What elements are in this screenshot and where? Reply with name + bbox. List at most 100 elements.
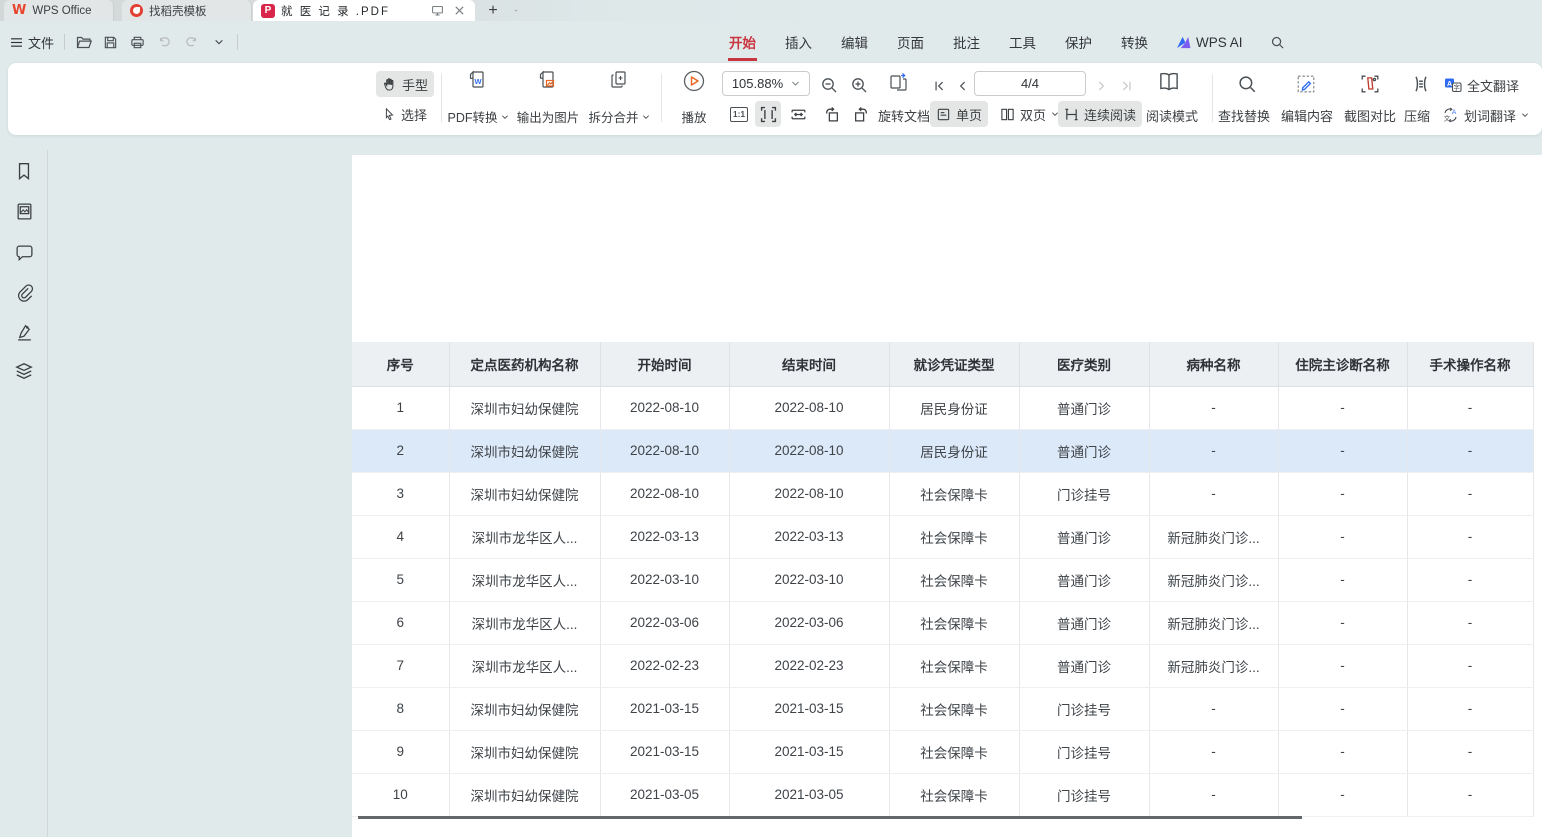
zoom-in-icon (850, 76, 868, 94)
table-row[interactable]: 2深圳市妇幼保健院2022-08-102022-08-10居民身份证普通门诊--… (352, 429, 1533, 472)
menu-wps-ai[interactable]: WPS AI (1176, 35, 1243, 50)
rotate-left-button[interactable] (818, 101, 844, 127)
thumbnail-panel-button[interactable] (12, 199, 36, 223)
continuous-read-button[interactable]: 连续阅读 (1058, 101, 1142, 127)
word-translate-button[interactable]: A文 划词翻译 (1436, 102, 1535, 128)
compress-icon[interactable] (1408, 71, 1434, 97)
last-page-button[interactable] (1115, 73, 1137, 99)
cursor-icon (382, 107, 396, 122)
table-row[interactable]: 10深圳市妇幼保健院2021-03-052021-03-05社会保障卡门诊挂号-… (352, 773, 1533, 816)
table-cell: - (1278, 687, 1407, 730)
hand-tool-button[interactable]: 手型 (376, 71, 434, 97)
export-as-image-button[interactable]: 输出为图片 (514, 69, 582, 126)
table-row[interactable]: 5深圳市龙华区人...2022-03-102022-03-10社会保障卡普通门诊… (352, 558, 1533, 601)
play-slideshow-button[interactable]: 播放 (672, 69, 716, 126)
menu-home[interactable]: 开始 (728, 30, 757, 54)
print-icon[interactable] (129, 34, 146, 51)
table-cell: - (1407, 773, 1533, 816)
comment-icon (15, 244, 34, 261)
table-row[interactable]: 3深圳市妇幼保健院2022-08-102022-08-10社会保障卡门诊挂号--… (352, 472, 1533, 515)
actual-size-button[interactable]: 1:1 (726, 101, 752, 127)
open-file-icon[interactable] (75, 34, 92, 51)
monitor-icon[interactable] (429, 3, 445, 19)
zoom-out-button[interactable] (816, 72, 842, 98)
save-icon[interactable] (102, 34, 119, 51)
quickbar-chevron-icon[interactable] (210, 34, 227, 51)
rotate-right-button[interactable] (848, 101, 874, 127)
table-row[interactable]: 9深圳市妇幼保健院2021-03-152021-03-15社会保障卡门诊挂号--… (352, 730, 1533, 773)
compress-label[interactable]: 压缩 (1404, 106, 1430, 125)
single-page-button[interactable]: 单页 (930, 101, 988, 127)
close-tab-icon[interactable] (451, 3, 467, 19)
table-row[interactable]: 4深圳市龙华区人...2022-03-132022-03-13社会保障卡普通门诊… (352, 515, 1533, 558)
tab-wps-office[interactable]: W WPS Office (4, 0, 114, 21)
quick-access-bar: 文件 (10, 29, 238, 55)
pdf-convert-button[interactable]: W PDF转换 (446, 69, 510, 126)
page-number-input[interactable]: 4/4 (974, 71, 1086, 96)
redo-icon[interactable] (183, 34, 200, 51)
select-tool-button[interactable]: 选择 (376, 101, 433, 127)
attachment-panel-button[interactable] (12, 280, 36, 304)
menu-insert[interactable]: 插入 (784, 30, 813, 54)
table-cell: - (1149, 429, 1278, 472)
fit-width-button[interactable] (785, 101, 811, 127)
double-page-button[interactable]: 双页 (994, 101, 1065, 127)
table-row[interactable]: 7深圳市龙华区人...2022-02-232022-02-23社会保障卡普通门诊… (352, 644, 1533, 687)
signature-panel-button[interactable] (12, 320, 36, 344)
table-cell: 社会保障卡 (889, 773, 1019, 816)
chevron-down-icon (501, 113, 509, 121)
table-cell: 新冠肺炎门诊... (1149, 558, 1278, 601)
file-menu-button[interactable]: 文件 (10, 33, 54, 52)
fit-page-button[interactable] (755, 101, 781, 127)
next-page-button[interactable] (1092, 73, 1112, 99)
table-cell: 深圳市妇幼保健院 (449, 687, 600, 730)
full-text-translate-button[interactable]: A字 全文翻译 (1438, 72, 1525, 98)
menu-protect[interactable]: 保护 (1064, 30, 1093, 54)
comment-panel-button[interactable] (12, 240, 36, 264)
tab-document-pdf[interactable]: P 就 医 记 录 .PDF (253, 0, 475, 21)
edit-content-label[interactable]: 编辑内容 (1281, 106, 1333, 125)
tab-docer-templates[interactable]: 找稻壳模板 (122, 0, 252, 21)
table-cell: 深圳市龙华区人... (449, 558, 600, 601)
docer-icon (130, 4, 143, 17)
table-cell: 新冠肺炎门诊... (1149, 644, 1278, 687)
previous-page-button[interactable] (952, 73, 972, 99)
table-cell: 2021-03-15 (729, 687, 889, 730)
new-tab-button[interactable]: + (482, 0, 504, 21)
menu-page[interactable]: 页面 (896, 30, 925, 54)
menu-edit[interactable]: 编辑 (840, 30, 869, 54)
tab-list-chevron-icon[interactable] (506, 0, 526, 21)
first-page-button[interactable] (929, 73, 951, 99)
read-mode-label[interactable]: 阅读模式 (1146, 106, 1198, 125)
table-row[interactable]: 1深圳市妇幼保健院2022-08-102022-08-10居民身份证普通门诊--… (352, 386, 1533, 429)
bookmark-panel-button[interactable] (12, 160, 36, 184)
screenshot-compare-icon[interactable] (1357, 71, 1383, 97)
menubar-search-icon[interactable] (1270, 35, 1285, 50)
screenshot-compare-label[interactable]: 截图对比 (1344, 106, 1396, 125)
table-row[interactable]: 8深圳市妇幼保健院2021-03-152021-03-15社会保障卡门诊挂号--… (352, 687, 1533, 730)
table-cell: - (1149, 773, 1278, 816)
layers-panel-button[interactable] (12, 359, 36, 383)
find-replace-label[interactable]: 查找替换 (1218, 106, 1270, 125)
table-cell: 6 (352, 601, 449, 644)
column-header: 就诊凭证类型 (889, 342, 1019, 386)
split-merge-button[interactable]: 拆分合并 (586, 69, 652, 126)
zoom-level-select[interactable]: 105.88% (722, 71, 810, 96)
divider (441, 74, 442, 122)
find-replace-icon[interactable] (1234, 71, 1260, 97)
menu-tools[interactable]: 工具 (1008, 30, 1037, 54)
edit-content-icon[interactable] (1293, 71, 1319, 97)
table-row[interactable]: 6深圳市龙华区人...2022-03-062022-03-06社会保障卡普通门诊… (352, 601, 1533, 644)
rotate-document-label[interactable]: 旋转文档 (878, 106, 930, 125)
rotate-pages-icon[interactable] (886, 70, 912, 96)
tab-label: 找稻壳模板 (149, 3, 207, 19)
table-cell: 新冠肺炎门诊... (1149, 515, 1278, 558)
zoom-in-button[interactable] (846, 72, 872, 98)
table-cell: - (1407, 601, 1533, 644)
table-cell: 2021-03-15 (729, 730, 889, 773)
read-mode-icon[interactable] (1156, 69, 1182, 95)
menu-convert[interactable]: 转换 (1120, 30, 1149, 54)
table-cell: - (1149, 687, 1278, 730)
menu-comment[interactable]: 批注 (952, 30, 981, 54)
undo-icon[interactable] (156, 34, 173, 51)
